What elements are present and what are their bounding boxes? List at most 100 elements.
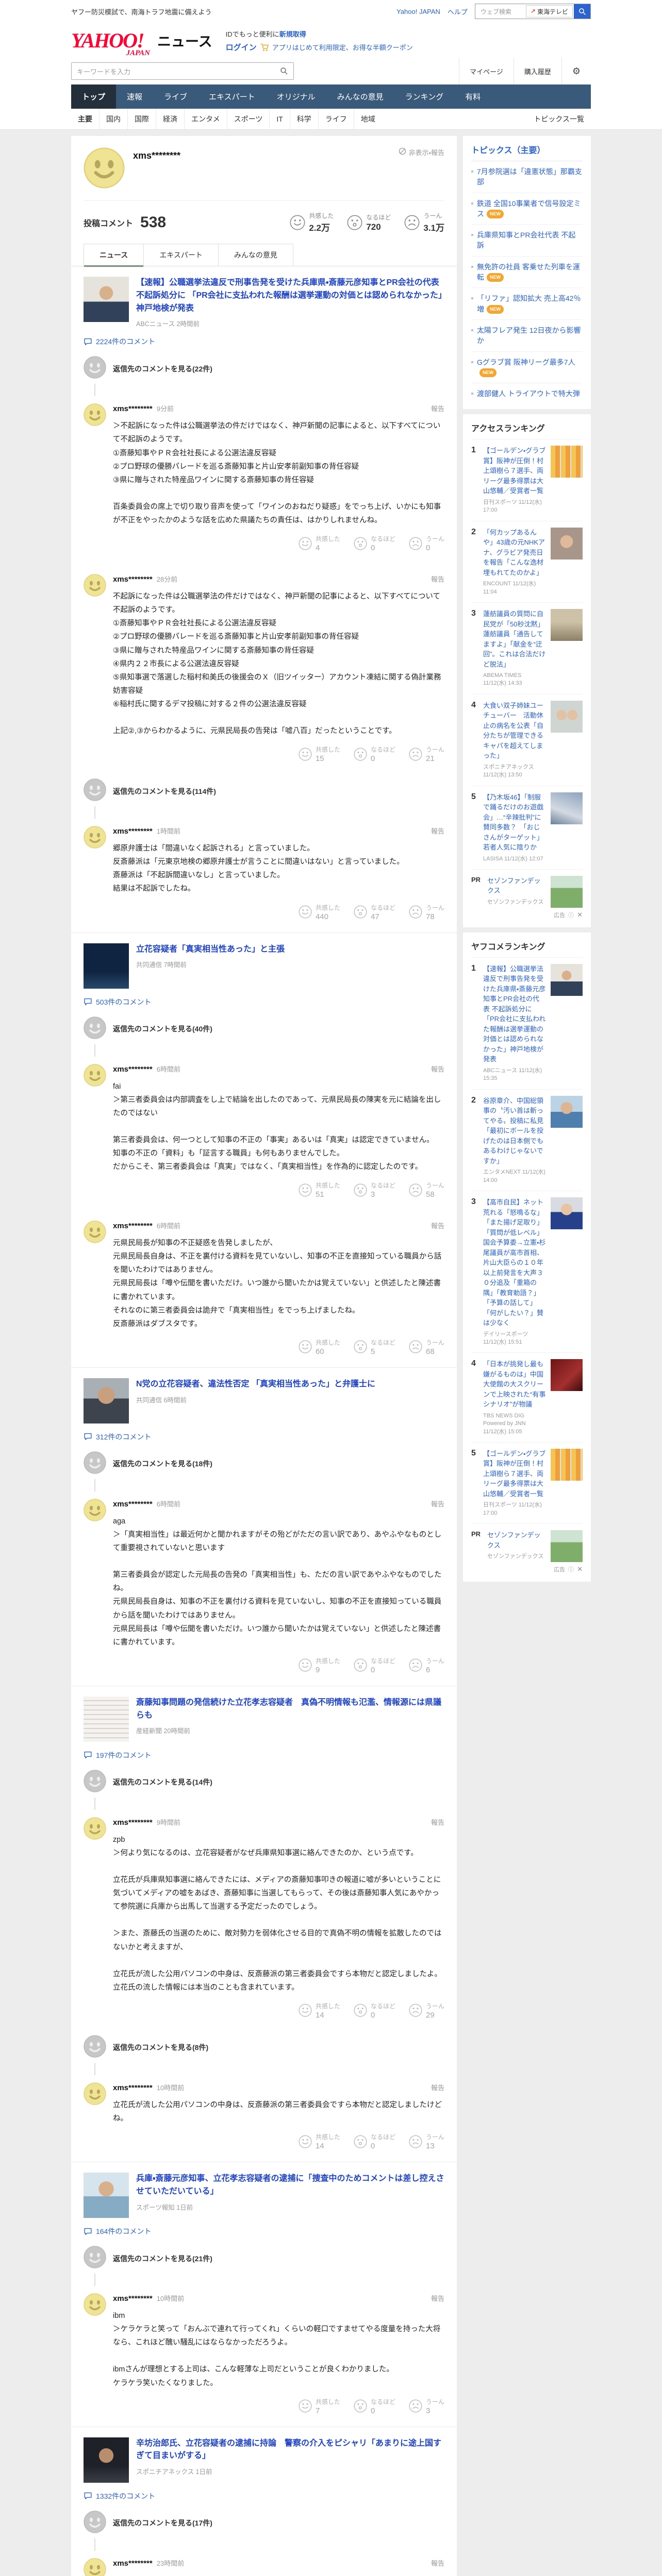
tab-エキスパート[interactable]: エキスパート xyxy=(143,244,219,266)
yahoo-japan-link[interactable]: Yahoo! JAPAN xyxy=(396,8,440,15)
topic-link[interactable]: Gグラブ賞 阪神リーグ最多7人NEW xyxy=(477,357,583,378)
reply-context-link[interactable]: 返信先のコメントを見る(21件) xyxy=(84,2246,444,2271)
report-link[interactable]: 報告 xyxy=(431,1817,444,1827)
comment-username[interactable]: xms******** xyxy=(113,2294,153,2303)
reply-context-link[interactable]: 返信先のコメントを見る(22件) xyxy=(84,356,444,381)
ad-info-link[interactable]: 広告 xyxy=(554,1565,565,1573)
reaction-un-button[interactable]: うーん 13 xyxy=(409,2132,444,2150)
subnav-item-科学[interactable]: 科学 xyxy=(289,109,318,129)
pr-ad-title-link[interactable]: セゾンファンデックス xyxy=(487,876,546,896)
ranking-title-link[interactable]: 蓮舫議員の質問に自民党が「50秒沈黙」 蓮舫議員「通告してますよ」「献金を“迂回… xyxy=(483,609,546,669)
gnav-item-速報[interactable]: 速報 xyxy=(116,84,153,109)
ranking-title-link[interactable]: 【ゴールデン・グラブ賞】阪神が圧倒！村上頌樹ら７選手、両リーグ最多得票は大山悠輔… xyxy=(483,446,546,496)
subnav-item-経済[interactable]: 経済 xyxy=(156,109,184,129)
comment-username[interactable]: xms******** xyxy=(113,1065,153,1074)
topic-link[interactable]: 無免許の社員 客乗せた列車を運転 NEW xyxy=(477,262,583,283)
reaction-naruhodo-button[interactable]: なるほど 47 xyxy=(354,903,395,921)
close-ad-icon[interactable]: ✕ xyxy=(577,1565,583,1573)
help-link[interactable]: ヘルプ xyxy=(448,7,468,16)
report-link[interactable]: 報告 xyxy=(431,403,444,413)
article-thumbnail[interactable] xyxy=(84,2437,129,2483)
trend-word-chip[interactable]: ↗ 東海テレビ xyxy=(525,5,573,18)
topic-link[interactable]: 兵庫県知事とPR会社代表 不起訴 xyxy=(477,230,583,251)
reaction-naruhodo-button[interactable]: なるほど 0 xyxy=(354,534,395,552)
article-comment-count-link[interactable]: 2224件のコメント xyxy=(84,336,444,347)
article-thumbnail[interactable] xyxy=(84,277,129,322)
pr-ad-title-link[interactable]: セゾンファンデックス xyxy=(487,1530,546,1550)
article-comment-count-link[interactable]: 503件のコメント xyxy=(84,997,444,1007)
article-title[interactable]: 斎藤知事問題の発信続けた立花孝志容疑者 真偽不明情報も氾濫、情報源には県議らも xyxy=(136,1697,444,1722)
reply-context-link[interactable]: 返信先のコメントを見る(8件) xyxy=(84,2035,444,2060)
reaction-empathy-button[interactable]: 共感した 4 xyxy=(299,534,340,552)
reaction-naruhodo-button[interactable]: なるほど 0 xyxy=(354,745,395,763)
reaction-naruhodo-button[interactable]: なるほど 0 xyxy=(354,2397,395,2415)
comment-username[interactable]: xms******** xyxy=(113,404,153,413)
ranking-title-link[interactable]: 谷原章介、中国総領事の〝汚い首は斬ってやる〟投稿に私見「最初にボールを投げたのは… xyxy=(483,1096,546,1166)
ranking-thumbnail[interactable] xyxy=(551,446,583,478)
report-link[interactable]: 報告 xyxy=(431,1064,444,1074)
reaction-naruhodo-button[interactable]: なるほど 0 xyxy=(354,2132,395,2150)
disaster-promo-link[interactable]: ヤフー防災模試で、南海トラフ地震に備えよう xyxy=(71,7,211,16)
gnav-item-エキスパート[interactable]: エキスパート xyxy=(198,84,266,109)
subnav-item-ライフ[interactable]: ライフ xyxy=(318,109,354,129)
ranking-thumbnail[interactable] xyxy=(551,700,583,733)
reaction-un-button[interactable]: うーん 68 xyxy=(409,1338,444,1356)
comment-username[interactable]: xms******** xyxy=(113,827,153,836)
topic-link[interactable]: 7月参院選は「違憲状態」那覇支部 xyxy=(477,166,583,188)
tab-ニュース[interactable]: ニュース xyxy=(84,244,144,267)
gnav-item-みんなの意見[interactable]: みんなの意見 xyxy=(326,84,394,109)
ranking-thumbnail[interactable] xyxy=(551,963,583,996)
ranking-thumbnail[interactable] xyxy=(551,1448,583,1481)
report-link[interactable]: 報告 xyxy=(431,1499,444,1509)
article-thumbnail[interactable] xyxy=(84,943,129,989)
purchase-history-link[interactable]: 購入履歴 xyxy=(513,58,561,84)
gnav-item-ライブ[interactable]: ライブ xyxy=(153,84,198,109)
reaction-un-button[interactable]: うーん 78 xyxy=(409,903,444,921)
report-link[interactable]: 報告 xyxy=(431,1221,444,1230)
report-link[interactable]: 報告 xyxy=(431,2558,444,2568)
close-ad-icon[interactable]: ✕ xyxy=(577,911,583,919)
reaction-empathy-button[interactable]: 共感した 7 xyxy=(299,2397,340,2415)
subnav-item-主要[interactable]: 主要 xyxy=(71,109,99,129)
pr-ad-thumbnail[interactable] xyxy=(551,875,583,908)
article-comment-count-link[interactable]: 164件のコメント xyxy=(84,2226,444,2236)
reaction-empathy-button[interactable]: 共感した 14 xyxy=(299,2132,340,2150)
article-comment-count-link[interactable]: 312件のコメント xyxy=(84,1432,444,1442)
ranking-title-link[interactable]: 【速報】公職選挙法違反で刑事告発を受けた兵庫県・斎藤元彦知事とPR会社の代表 不… xyxy=(483,964,546,1064)
comment-username[interactable]: xms******** xyxy=(113,575,153,584)
signup-link[interactable]: 新規取得 xyxy=(279,30,306,38)
article-thumbnail[interactable] xyxy=(84,1378,129,1423)
report-link[interactable]: 報告 xyxy=(431,2082,444,2092)
gnav-item-ランキング[interactable]: ランキング xyxy=(394,84,455,109)
article-comment-count-link[interactable]: 197件のコメント xyxy=(84,1750,444,1760)
reaction-empathy-button[interactable]: 共感した 51 xyxy=(299,1181,340,1199)
hide-report-link[interactable]: 非表示・報告 xyxy=(399,147,444,191)
comment-username[interactable]: xms******** xyxy=(113,1222,153,1230)
comment-username[interactable]: xms******** xyxy=(113,2083,153,2092)
ranking-thumbnail[interactable] xyxy=(551,1359,583,1392)
web-search-button[interactable] xyxy=(574,4,590,19)
coupon-link[interactable]: アプリはじめて利用限定、お得な半額クーポン xyxy=(272,42,413,52)
topics-title[interactable]: トピックス（主要） xyxy=(471,143,583,161)
ranking-title-link[interactable]: 【高市自民】ネット荒れる「怒鳴るな」「また揚げ足取り」「質問が低レベル」国会予算… xyxy=(483,1197,546,1328)
reply-context-link[interactable]: 返信先のコメントを見る(18件) xyxy=(84,1451,444,1477)
report-link[interactable]: 報告 xyxy=(431,826,444,836)
ranking-thumbnail[interactable] xyxy=(551,609,583,641)
ranking-thumbnail[interactable] xyxy=(551,792,583,824)
reaction-naruhodo-button[interactable]: なるほど 3 xyxy=(354,1181,395,1199)
reaction-un-button[interactable]: うーん 6 xyxy=(409,1656,444,1674)
reply-context-link[interactable]: 返信先のコメントを見る(14件) xyxy=(84,1770,444,1795)
pr-ad-thumbnail[interactable] xyxy=(551,1530,583,1563)
gnav-item-オリジナル[interactable]: オリジナル xyxy=(266,84,326,109)
article-title[interactable]: 兵庫・斎藤元彦知事、立花孝志容疑者の逮捕に「捜査中のためコメントは差し控えさせて… xyxy=(136,2173,444,2198)
ranking-title-link[interactable]: 「日本が挑発し最も嫌がるものは」中国大使館の大スクリーンで上映された“有事シナリ… xyxy=(483,1359,546,1410)
subnav-item-国内[interactable]: 国内 xyxy=(99,109,127,129)
reaction-un-button[interactable]: うーん 3 xyxy=(409,2397,444,2415)
reaction-naruhodo-button[interactable]: なるほど 0 xyxy=(354,1656,395,1674)
ranking-title-link[interactable]: 大食い双子姉妹ユーチューバー 活動休止の病名を公表「自分たちが管理できるキャパを… xyxy=(483,701,546,761)
article-thumbnail[interactable] xyxy=(84,1696,129,1742)
tab-みんなの意見[interactable]: みんなの意見 xyxy=(218,244,293,266)
subnav-item-地域[interactable]: 地域 xyxy=(353,109,382,129)
comment-username[interactable]: xms******** xyxy=(113,2559,153,2568)
comment-username[interactable]: xms******** xyxy=(113,1500,153,1509)
